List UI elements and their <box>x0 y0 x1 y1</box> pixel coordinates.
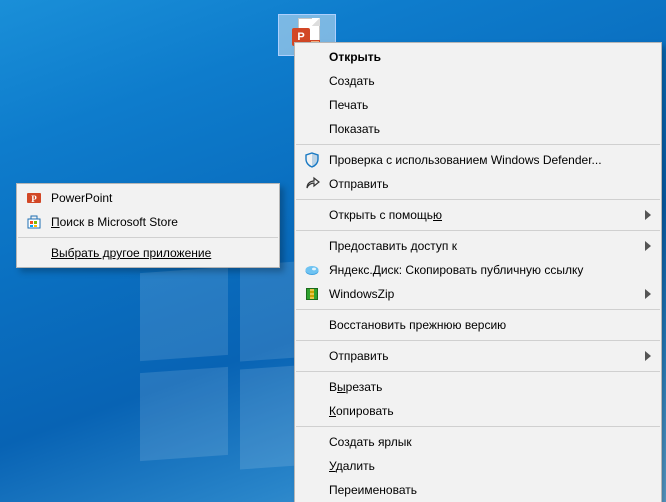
menu-open-with-label: Открыть с помощью <box>329 208 442 222</box>
menu-print[interactable]: Печать <box>295 93 661 117</box>
microsoft-store-icon <box>25 213 43 231</box>
menu-send2-label: Отправить <box>329 349 389 363</box>
menu-open[interactable]: Открыть <box>295 45 661 69</box>
separator <box>18 237 278 238</box>
menu-delete-label: Удалить <box>329 459 375 473</box>
open-with-powerpoint-label: PowerPoint <box>51 191 112 205</box>
submenu-arrow-icon <box>645 241 651 251</box>
menu-print-label: Печать <box>329 98 368 112</box>
menu-rename-label: Переименовать <box>329 483 417 497</box>
separator <box>296 230 660 231</box>
menu-restore-label: Восстановить прежнюю версию <box>329 318 506 332</box>
open-with-choose-other[interactable]: Выбрать другое приложение <box>17 241 279 265</box>
submenu-arrow-icon <box>645 351 651 361</box>
menu-restore-previous[interactable]: Восстановить прежнюю версию <box>295 313 661 337</box>
open-with-ms-store[interactable]: Поиск в Microsoft Store <box>17 210 279 234</box>
menu-open-with[interactable]: Открыть с помощью <box>295 203 661 227</box>
separator <box>296 371 660 372</box>
menu-grant-access-label: Предоставить доступ к <box>329 239 457 253</box>
separator <box>296 340 660 341</box>
windowszip-icon <box>303 285 321 303</box>
share-icon <box>303 175 321 193</box>
menu-open-label: Открыть <box>329 50 381 64</box>
menu-send-1[interactable]: Отправить <box>295 172 661 196</box>
separator <box>296 426 660 427</box>
menu-delete[interactable]: Удалить <box>295 454 661 478</box>
separator <box>296 144 660 145</box>
menu-rename[interactable]: Переименовать <box>295 478 661 502</box>
menu-windowszip[interactable]: WindowsZip <box>295 282 661 306</box>
powerpoint-icon: P <box>25 189 43 207</box>
menu-grant-access[interactable]: Предоставить доступ к <box>295 234 661 258</box>
menu-show-label: Показать <box>329 122 380 136</box>
menu-yadisk-label: Яндекс.Диск: Скопировать публичную ссылк… <box>329 263 583 277</box>
menu-new[interactable]: Создать <box>295 69 661 93</box>
context-menu: Открыть Создать Печать Показать Проверка… <box>294 42 662 502</box>
menu-copy-label: Копировать <box>329 404 394 418</box>
menu-copy[interactable]: Копировать <box>295 399 661 423</box>
open-with-powerpoint[interactable]: P PowerPoint <box>17 186 279 210</box>
menu-create-shortcut[interactable]: Создать ярлык <box>295 430 661 454</box>
open-with-choose-other-label: Выбрать другое приложение <box>51 246 211 260</box>
separator <box>296 199 660 200</box>
menu-send1-label: Отправить <box>329 177 389 191</box>
menu-defender-label: Проверка с использованием Windows Defend… <box>329 153 602 167</box>
menu-show[interactable]: Показать <box>295 117 661 141</box>
menu-cut-label: Вырезать <box>329 380 382 394</box>
menu-winzip-label: WindowsZip <box>329 287 394 301</box>
menu-send-to[interactable]: Отправить <box>295 344 661 368</box>
menu-new-label: Создать <box>329 74 375 88</box>
menu-defender-scan[interactable]: Проверка с использованием Windows Defend… <box>295 148 661 172</box>
shield-icon <box>303 151 321 169</box>
menu-yandex-disk[interactable]: Яндекс.Диск: Скопировать публичную ссылк… <box>295 258 661 282</box>
submenu-arrow-icon <box>645 289 651 299</box>
svg-text:P: P <box>31 194 37 204</box>
menu-cut[interactable]: Вырезать <box>295 375 661 399</box>
separator <box>296 309 660 310</box>
yandex-disk-icon <box>303 261 321 279</box>
menu-shortcut-label: Создать ярлык <box>329 435 412 449</box>
open-with-store-label: Поиск в Microsoft Store <box>51 215 178 229</box>
submenu-arrow-icon <box>645 210 651 220</box>
open-with-submenu: P PowerPoint Поиск в Microsoft Store Выб… <box>16 183 280 268</box>
